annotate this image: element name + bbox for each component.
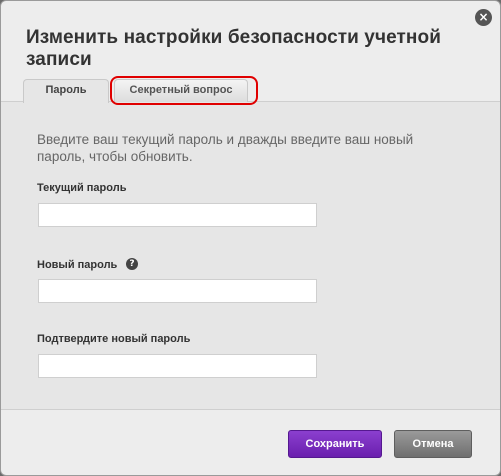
- tab-password[interactable]: Пароль: [23, 79, 109, 103]
- current-password-input[interactable]: [38, 203, 317, 227]
- cancel-button[interactable]: Отмена: [394, 430, 472, 458]
- new-password-input[interactable]: [38, 279, 317, 303]
- security-settings-dialog: × Изменить настройки безопасности учетно…: [0, 0, 501, 476]
- dialog-title: Изменить настройки безопасности учетной …: [26, 27, 441, 70]
- tab-secret-question[interactable]: Секретный вопрос: [114, 79, 248, 102]
- instructions-text: Введите ваш текущий пароль и дважды введ…: [37, 132, 414, 164]
- close-icon[interactable]: ×: [475, 9, 492, 26]
- confirm-password-label: Подтвердите новый пароль: [37, 333, 191, 345]
- confirm-password-input[interactable]: [38, 354, 317, 378]
- new-password-label: Новый пароль: [37, 259, 118, 271]
- help-icon[interactable]: ?: [126, 258, 138, 270]
- save-button[interactable]: Сохранить: [288, 430, 382, 458]
- current-password-label: Текущий пароль: [37, 182, 127, 194]
- footer-divider: [1, 409, 500, 410]
